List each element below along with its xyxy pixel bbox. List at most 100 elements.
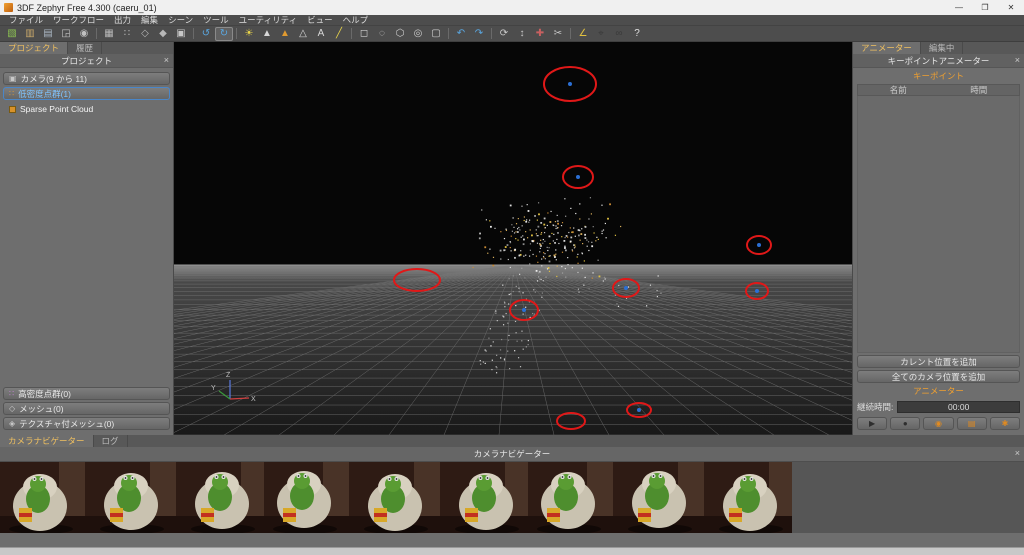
binoculars-icon[interactable]: ⌖ <box>592 27 610 41</box>
tab-history[interactable]: 履歴 <box>68 42 103 54</box>
tree-item-label: メッシュ(0) <box>19 403 64 414</box>
tree-item-label: Sparse Point Cloud <box>20 104 94 114</box>
save-project-icon[interactable]: ▤ <box>39 27 57 41</box>
shaded-view-icon[interactable]: ▲ <box>258 27 276 41</box>
stop-button[interactable]: ● <box>890 417 921 430</box>
import-photos-icon[interactable]: ◲ <box>57 27 75 41</box>
select-lasso-icon[interactable]: ◌ <box>373 27 391 41</box>
record-button[interactable]: ◉ <box>923 417 954 430</box>
elevation-icon[interactable]: ↕ <box>513 27 531 41</box>
mesh-generation-icon[interactable]: ◇ <box>136 27 154 41</box>
pick-point-icon[interactable]: ✚ <box>531 27 549 41</box>
camera-thumbnail-4[interactable] <box>264 462 352 533</box>
redo-icon[interactable]: ↷ <box>470 27 488 41</box>
menu-tools[interactable]: ツール <box>198 14 234 26</box>
mesh-icon: ◇ <box>9 403 16 413</box>
tree-item-cameras[interactable]: ▣ カメラ(9 から 11) <box>3 72 170 85</box>
tab-project[interactable]: プロジェクト <box>0 42 69 54</box>
tab-editing[interactable]: 編集中 <box>920 42 964 54</box>
camera-thumbnail-6[interactable] <box>440 462 528 533</box>
app-window: 3DF Zephyr Free 4.300 (caeru_01) — ❐ ✕ フ… <box>0 0 1024 555</box>
select-poly-icon[interactable]: ⬡ <box>391 27 409 41</box>
tree-item-sparse-point-cloud[interactable]: Sparse Point Cloud <box>3 102 170 116</box>
help-icon[interactable]: ? <box>628 27 646 41</box>
light-icon[interactable]: ☀ <box>240 27 258 41</box>
menu-workflow[interactable]: ワークフロー <box>48 14 109 26</box>
minimize-button[interactable]: — <box>946 0 972 15</box>
add-all-camera-positions-button[interactable]: 全てのカメラ位置を追加 <box>857 370 1020 383</box>
menu-help[interactable]: ヘルプ <box>338 14 374 26</box>
workspace-icon[interactable]: ▦ <box>100 27 118 41</box>
duration-row: 継続時間: 00:00 <box>857 399 1020 415</box>
screenshot-icon[interactable]: ◉ <box>75 27 93 41</box>
link-icon[interactable]: ∞ <box>610 27 628 41</box>
select-rect-icon[interactable]: ◻ <box>355 27 373 41</box>
menu-view[interactable]: ビュー <box>302 14 338 26</box>
orbit-view-icon[interactable]: ↻ <box>215 26 233 41</box>
camera-icon[interactable]: ▣ <box>172 27 190 41</box>
toolbar-separator <box>570 28 571 39</box>
menu-scene[interactable]: シーン <box>163 14 198 26</box>
camera-thumbnail-7[interactable] <box>528 462 616 533</box>
measure-icon[interactable]: ∠ <box>574 27 592 41</box>
camera-thumbnail-1[interactable] <box>0 462 88 533</box>
viewport-canvas[interactable]: Z X Y <box>174 42 852 435</box>
keypoint-column-1: 時間 <box>970 85 988 95</box>
keyframe-list-button[interactable]: ▤ <box>956 417 987 430</box>
clipping-icon[interactable]: ✂ <box>549 27 567 41</box>
play-button[interactable]: ▶ <box>857 417 888 430</box>
texture-generation-icon[interactable]: ◆ <box>154 27 172 41</box>
reset-view-icon[interactable]: ⟳ <box>495 27 513 41</box>
project-tree-bottom: ∷ 高密度点群(0) ◇ メッシュ(0) ◈ テクスチャ付メッシュ(0) <box>0 383 173 435</box>
close-icon[interactable]: × <box>1015 448 1020 458</box>
wireframe-view-icon[interactable]: △ <box>294 27 312 41</box>
navigator-tabs: カメラナビゲーター ログ <box>0 435 1024 447</box>
project-panel-title: プロジェクト <box>60 55 112 66</box>
navigator-header: カメラナビゲーター × <box>0 447 1024 462</box>
maximize-button[interactable]: ❐ <box>972 0 998 15</box>
right-panel-tabs: アニメーター 編集中 <box>853 42 1024 54</box>
close-icon[interactable]: × <box>1015 55 1020 65</box>
rotate-view-icon[interactable]: ↺ <box>197 27 215 41</box>
camera-thumbnail-3[interactable] <box>176 462 264 533</box>
bounding-box-icon[interactable]: ▢ <box>427 27 445 41</box>
tree-item-dense-point-cloud[interactable]: ∷ 高密度点群(0) <box>3 387 170 400</box>
add-current-position-button[interactable]: カレント位置を追加 <box>857 355 1020 368</box>
transport-controls: ▶ ● ◉ ▤ ✱ <box>857 415 1021 435</box>
camera-thumbnail-9[interactable] <box>704 462 792 533</box>
tree-item-label: 高密度点群(0) <box>18 388 71 399</box>
undo-icon[interactable]: ↶ <box>452 27 470 41</box>
duration-value[interactable]: 00:00 <box>897 401 1020 413</box>
point-cloud-icon: ∷ <box>9 88 15 98</box>
keypoint-list[interactable] <box>857 96 1020 353</box>
tree-item-sparse-group[interactable]: ∷ 低密度点群(1) <box>3 87 170 100</box>
menu-utility[interactable]: ユーティリティ <box>234 14 302 26</box>
viewport[interactable]: Z X Y <box>174 42 852 435</box>
menu-edit[interactable]: 編集 <box>136 14 163 26</box>
menu-output[interactable]: 出力 <box>109 14 136 26</box>
close-icon[interactable]: × <box>164 55 169 65</box>
toolbar-separator <box>351 28 352 39</box>
tab-log[interactable]: ログ <box>93 435 128 447</box>
select-sphere-icon[interactable]: ◎ <box>409 27 427 41</box>
draw-line-icon[interactable]: ╱ <box>330 27 348 41</box>
toolbar-separator <box>448 28 449 39</box>
settings-button[interactable]: ✱ <box>989 417 1021 430</box>
textured-view-icon[interactable]: ▲ <box>276 27 294 41</box>
main-area: プロジェクト 履歴 プロジェクト × ▣ カメラ(9 から 11) ∷ 低密度点群(1)… <box>0 42 1024 435</box>
camera-thumbnail-8[interactable] <box>616 462 704 533</box>
camera-thumbnail-2[interactable] <box>88 462 176 533</box>
close-button[interactable]: ✕ <box>998 0 1024 15</box>
new-project-icon[interactable]: ▧ <box>3 27 21 41</box>
tree-item-textured-mesh[interactable]: ◈ テクスチャ付メッシュ(0) <box>3 417 170 430</box>
sparse-cloud-icon[interactable]: ∷ <box>118 27 136 41</box>
tab-animator[interactable]: アニメーター <box>853 42 921 54</box>
annotation-icon[interactable]: A <box>312 27 330 41</box>
open-project-icon[interactable]: ▥ <box>21 27 39 41</box>
keypoint-section-title: キーポイント <box>912 71 964 81</box>
tab-camera-navigator[interactable]: カメラナビゲーター <box>0 435 94 447</box>
camera-thumbnail-5[interactable] <box>352 462 440 533</box>
tree-item-mesh[interactable]: ◇ メッシュ(0) <box>3 402 170 415</box>
menu-file[interactable]: ファイル <box>4 14 48 26</box>
thumbnail-strip <box>0 462 1024 533</box>
